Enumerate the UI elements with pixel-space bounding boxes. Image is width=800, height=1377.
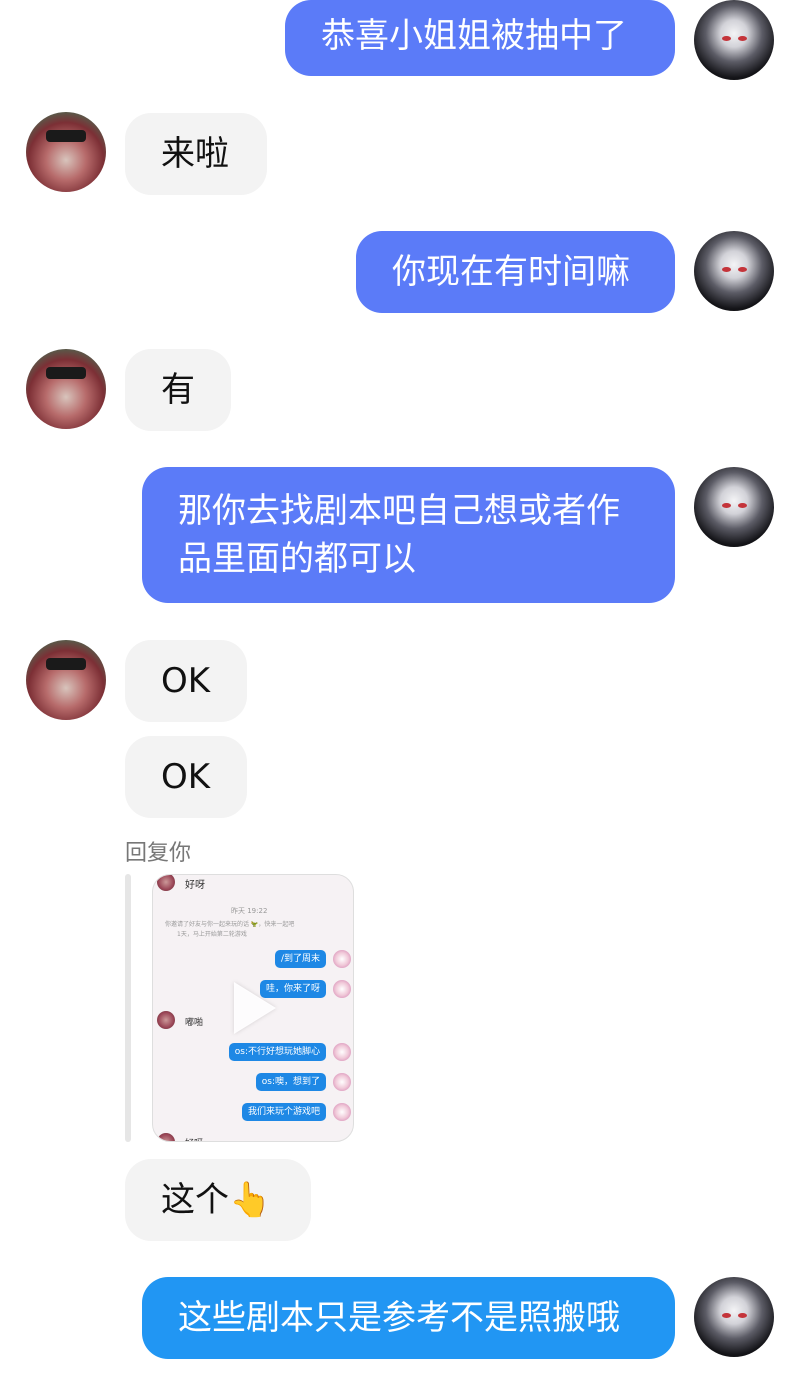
message-text: 恭喜小姐姐被抽中了: [321, 16, 627, 56]
avatar-sunglasses: [46, 367, 86, 379]
reply-label: 回复你: [125, 841, 192, 866]
message-text: 这个: [161, 1180, 229, 1220]
thumbnail-avatar: [333, 1073, 351, 1091]
message-text: 你现在有时间嘛: [392, 252, 630, 292]
avatar-eye: [738, 1313, 747, 1318]
thumbnail-message: 我们来玩个游戏吧: [241, 1103, 326, 1121]
pointing-up-icon: 👆: [229, 1180, 272, 1220]
video-thumbnail[interactable]: 好呀 昨天 19:22 你邀请了好友与你一起来玩的话 🦖，快来一起吧 1天，马上…: [152, 874, 354, 1142]
thumbnail-name: 好呀: [185, 880, 205, 891]
thumbnail-time: 昨天 19:22: [231, 907, 268, 915]
avatar[interactable]: [26, 640, 106, 720]
avatar[interactable]: [694, 231, 774, 311]
message-text: OK: [161, 661, 211, 701]
avatar-eye: [722, 1313, 731, 1318]
message-bubble-other[interactable]: OK: [125, 736, 247, 818]
avatar-eye: [722, 503, 731, 508]
avatar-sunglasses: [46, 130, 86, 142]
reply-quote-bar: [125, 874, 131, 1142]
message-text-line: 那你去找剧本吧自己想或者作: [178, 491, 620, 531]
thumbnail-avatar: [157, 875, 175, 891]
thumbnail-notice: 1天，马上开始第二轮游戏: [177, 931, 247, 938]
thumbnail-notice: 你邀请了好友与你一起来玩的话 🦖，快来一起吧: [165, 921, 295, 928]
message-text: OK: [161, 757, 211, 797]
thumbnail-avatar: [333, 980, 351, 998]
avatar-sunglasses: [46, 658, 86, 670]
thumbnail-message: os:噢，想到了: [255, 1073, 326, 1091]
thumbnail-message: /到了周末: [274, 950, 326, 968]
message-bubble-self[interactable]: 恭喜小姐姐被抽中了: [285, 0, 675, 76]
avatar[interactable]: [694, 0, 774, 80]
avatar-eye: [738, 503, 747, 508]
message-bubble-self[interactable]: 你现在有时间嘛: [356, 231, 675, 313]
thumbnail-avatar: [333, 950, 351, 968]
message-text-line: 品里面的都可以: [178, 539, 416, 579]
message-text: 这些剧本只是参考不是照搬哦: [178, 1298, 620, 1338]
message-bubble-self[interactable]: 这些剧本只是参考不是照搬哦: [142, 1277, 675, 1359]
message-bubble-other[interactable]: OK: [125, 640, 247, 722]
message-bubble-other[interactable]: 这个👆: [125, 1159, 311, 1241]
avatar-eye: [738, 267, 747, 272]
thumbnail-avatar: [333, 1103, 351, 1121]
play-icon[interactable]: [234, 982, 276, 1034]
message-bubble-self[interactable]: 那你去找剧本吧自己想或者作 品里面的都可以: [142, 467, 675, 603]
avatar[interactable]: [694, 467, 774, 547]
avatar[interactable]: [26, 112, 106, 192]
thumbnail-message: os:不行好想玩她脚心: [228, 1043, 326, 1061]
thumbnail-avatar: [157, 1011, 175, 1029]
message-bubble-other[interactable]: 有: [125, 349, 231, 431]
thumbnail-avatar: [157, 1133, 175, 1141]
avatar[interactable]: [694, 1277, 774, 1357]
message-text: 来啦: [161, 134, 229, 174]
thumbnail-avatar: [333, 1043, 351, 1061]
avatar[interactable]: [26, 349, 106, 429]
avatar-eye: [722, 36, 731, 41]
thumbnail-name: 嘟啪: [185, 1018, 204, 1028]
avatar-eye: [738, 36, 747, 41]
thumbnail-name: 好呀: [185, 1136, 203, 1141]
message-text: 有: [161, 370, 195, 410]
message-bubble-other[interactable]: 来啦: [125, 113, 267, 195]
avatar-eye: [722, 267, 731, 272]
